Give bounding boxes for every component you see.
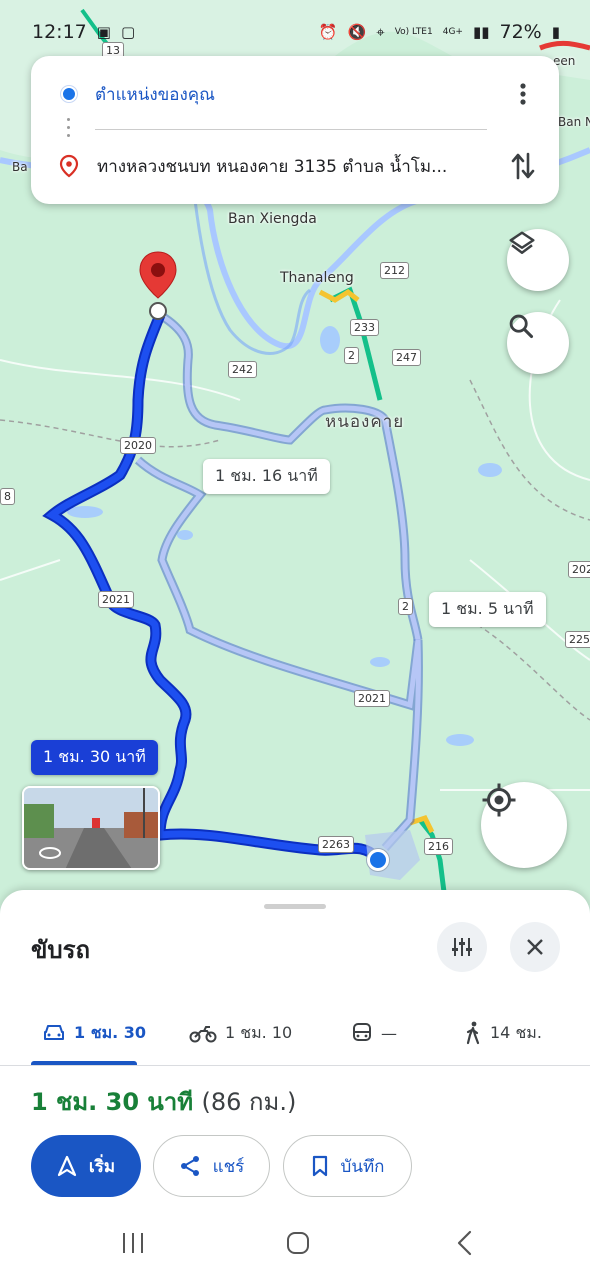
more-options-button[interactable] xyxy=(505,76,541,112)
share-icon xyxy=(180,1156,199,1176)
tab-walk[interactable]: 14 ชม. xyxy=(464,1010,542,1056)
road-shield: 216 xyxy=(424,838,453,855)
tab-motorcycle[interactable]: 1 ชม. 10 xyxy=(189,1010,292,1056)
alarm-icon: ⏰ xyxy=(318,23,338,41)
transit-icon xyxy=(353,1023,371,1041)
status-time: 12:17 xyxy=(32,21,87,43)
route-options-button[interactable] xyxy=(437,922,487,972)
road-shield: 242 xyxy=(228,361,257,378)
road-shield: 2 xyxy=(344,347,359,364)
motorcycle-icon xyxy=(189,1026,217,1043)
network-label: Vo) LTE1 xyxy=(394,26,433,37)
origin-dot-icon xyxy=(61,86,77,102)
home-button[interactable] xyxy=(285,1230,311,1260)
divider xyxy=(95,129,487,130)
signal-icon: ▮▮ xyxy=(472,23,490,41)
gallery-notification-icon: ▣ xyxy=(96,23,111,41)
search-icon xyxy=(509,314,534,339)
my-location-button[interactable] xyxy=(481,782,567,868)
road-shield: 2021 xyxy=(354,690,390,707)
current-location-dot xyxy=(367,849,389,871)
home-icon xyxy=(287,1232,309,1254)
destination-row[interactable]: ทางหลวงชนบท หนองคาย 3135 ตำบล น้ำโม... xyxy=(31,148,559,184)
tab-transit[interactable]: — xyxy=(351,1010,397,1056)
recent-apps-button[interactable] xyxy=(120,1230,146,1260)
map-label-thanaleng: Thanaleng xyxy=(280,270,354,286)
road-shield: 233 xyxy=(350,319,379,336)
recent-apps-icon xyxy=(123,1233,143,1253)
navigation-arrow-icon xyxy=(57,1155,77,1177)
route-option-alt1[interactable]: 1 ชม. 16 นาที xyxy=(203,459,330,494)
close-icon xyxy=(527,939,543,955)
network-type-label: 4G+ xyxy=(442,27,463,37)
map-label-edge-right-top: Ban N xyxy=(558,115,590,129)
road-shield: 225 xyxy=(565,631,590,648)
active-tab-indicator xyxy=(31,1061,137,1065)
map-label-nong-khai: หนองคาย xyxy=(325,412,405,432)
road-shield: 2 xyxy=(398,598,413,615)
map-label-edge-left: Ba xyxy=(12,160,28,174)
save-button[interactable]: บันทึก xyxy=(283,1135,412,1197)
back-button[interactable] xyxy=(455,1230,475,1260)
swap-button[interactable] xyxy=(505,146,541,186)
share-label: แชร์ xyxy=(212,1156,245,1177)
battery-percent: 72% xyxy=(499,21,542,43)
road-shield: 202 xyxy=(568,561,590,578)
location-icon: ⌖ xyxy=(376,23,385,41)
summary-time: 1 ชม. 30 นาที xyxy=(31,1088,194,1116)
app-notification-icon: ▢ xyxy=(120,23,136,41)
layers-button[interactable] xyxy=(507,229,569,291)
route-dots-icon xyxy=(67,118,71,142)
back-icon xyxy=(457,1230,472,1256)
status-bar: 12:17 ▣ ▢ ⏰ 🔇 ⌖ Vo) LTE1 4G+ ▮▮ 72% ▮ xyxy=(0,0,590,50)
route-summary: 1 ชม. 30 นาที (86 กม.) xyxy=(31,1082,296,1121)
tab-walk-label: 14 ชม. xyxy=(490,1022,542,1042)
road-shield: 2263 xyxy=(318,836,354,853)
road-shield: 8 xyxy=(0,488,15,505)
start-navigation-button[interactable]: เริ่ม xyxy=(31,1135,141,1197)
rotate-360-icon xyxy=(39,847,61,859)
sheet-drag-handle[interactable] xyxy=(264,904,326,909)
tab-transit-label: — xyxy=(381,1023,397,1043)
origin-field[interactable]: ตำแหน่งของคุณ xyxy=(95,81,455,108)
street-view-thumbnail[interactable] xyxy=(22,786,160,870)
road-shield: 212 xyxy=(380,262,409,279)
destination-pin-icon[interactable] xyxy=(136,250,180,320)
directions-card: ตำแหน่งของคุณ ทางหลวงชนบท หนองคาย 3135 ต… xyxy=(31,56,559,204)
travel-mode-tabs: 1 ชม. 30 1 ชม. 10 — 14 ชม. xyxy=(0,1000,590,1066)
road-shield: 2020 xyxy=(120,437,156,454)
swap-vert-icon xyxy=(511,152,535,180)
start-label: เริ่ม xyxy=(88,1156,116,1177)
road-shield: 247 xyxy=(392,349,421,366)
walk-icon xyxy=(466,1021,480,1045)
origin-row[interactable]: ตำแหน่งของคุณ xyxy=(31,76,559,112)
tab-drive-label: 1 ชม. 30 xyxy=(74,1022,147,1042)
sheet-title: ขับรถ xyxy=(31,936,91,964)
system-nav-bar xyxy=(0,1210,590,1280)
destination-pin-outline-icon xyxy=(59,154,79,178)
summary-distance: (86 กม.) xyxy=(201,1088,297,1116)
more-vert-icon xyxy=(520,83,526,105)
search-button[interactable] xyxy=(507,312,569,374)
crosshair-icon xyxy=(482,783,516,817)
map-label-ban-xiengda: Ban Xiengda xyxy=(228,211,317,227)
save-label: บันทึก xyxy=(340,1156,385,1177)
layers-icon xyxy=(509,231,535,254)
share-button[interactable]: แชร์ xyxy=(153,1135,270,1197)
battery-icon: ▮ xyxy=(551,23,560,41)
car-icon xyxy=(44,1025,64,1040)
road-shield: 2021 xyxy=(98,591,134,608)
tune-icon xyxy=(452,938,472,956)
bookmark-icon xyxy=(312,1155,327,1177)
tab-motorcycle-label: 1 ชม. 10 xyxy=(225,1022,293,1042)
route-option-selected[interactable]: 1 ชม. 30 นาที xyxy=(31,740,158,775)
destination-field[interactable]: ทางหลวงชนบท หนองคาย 3135 ตำบล น้ำโม... xyxy=(97,153,487,180)
close-button[interactable] xyxy=(510,922,560,972)
route-option-alt2[interactable]: 1 ชม. 5 นาที xyxy=(429,592,546,627)
tab-drive[interactable]: 1 ชม. 30 xyxy=(42,1010,146,1056)
mute-icon: 🔇 xyxy=(347,23,367,41)
